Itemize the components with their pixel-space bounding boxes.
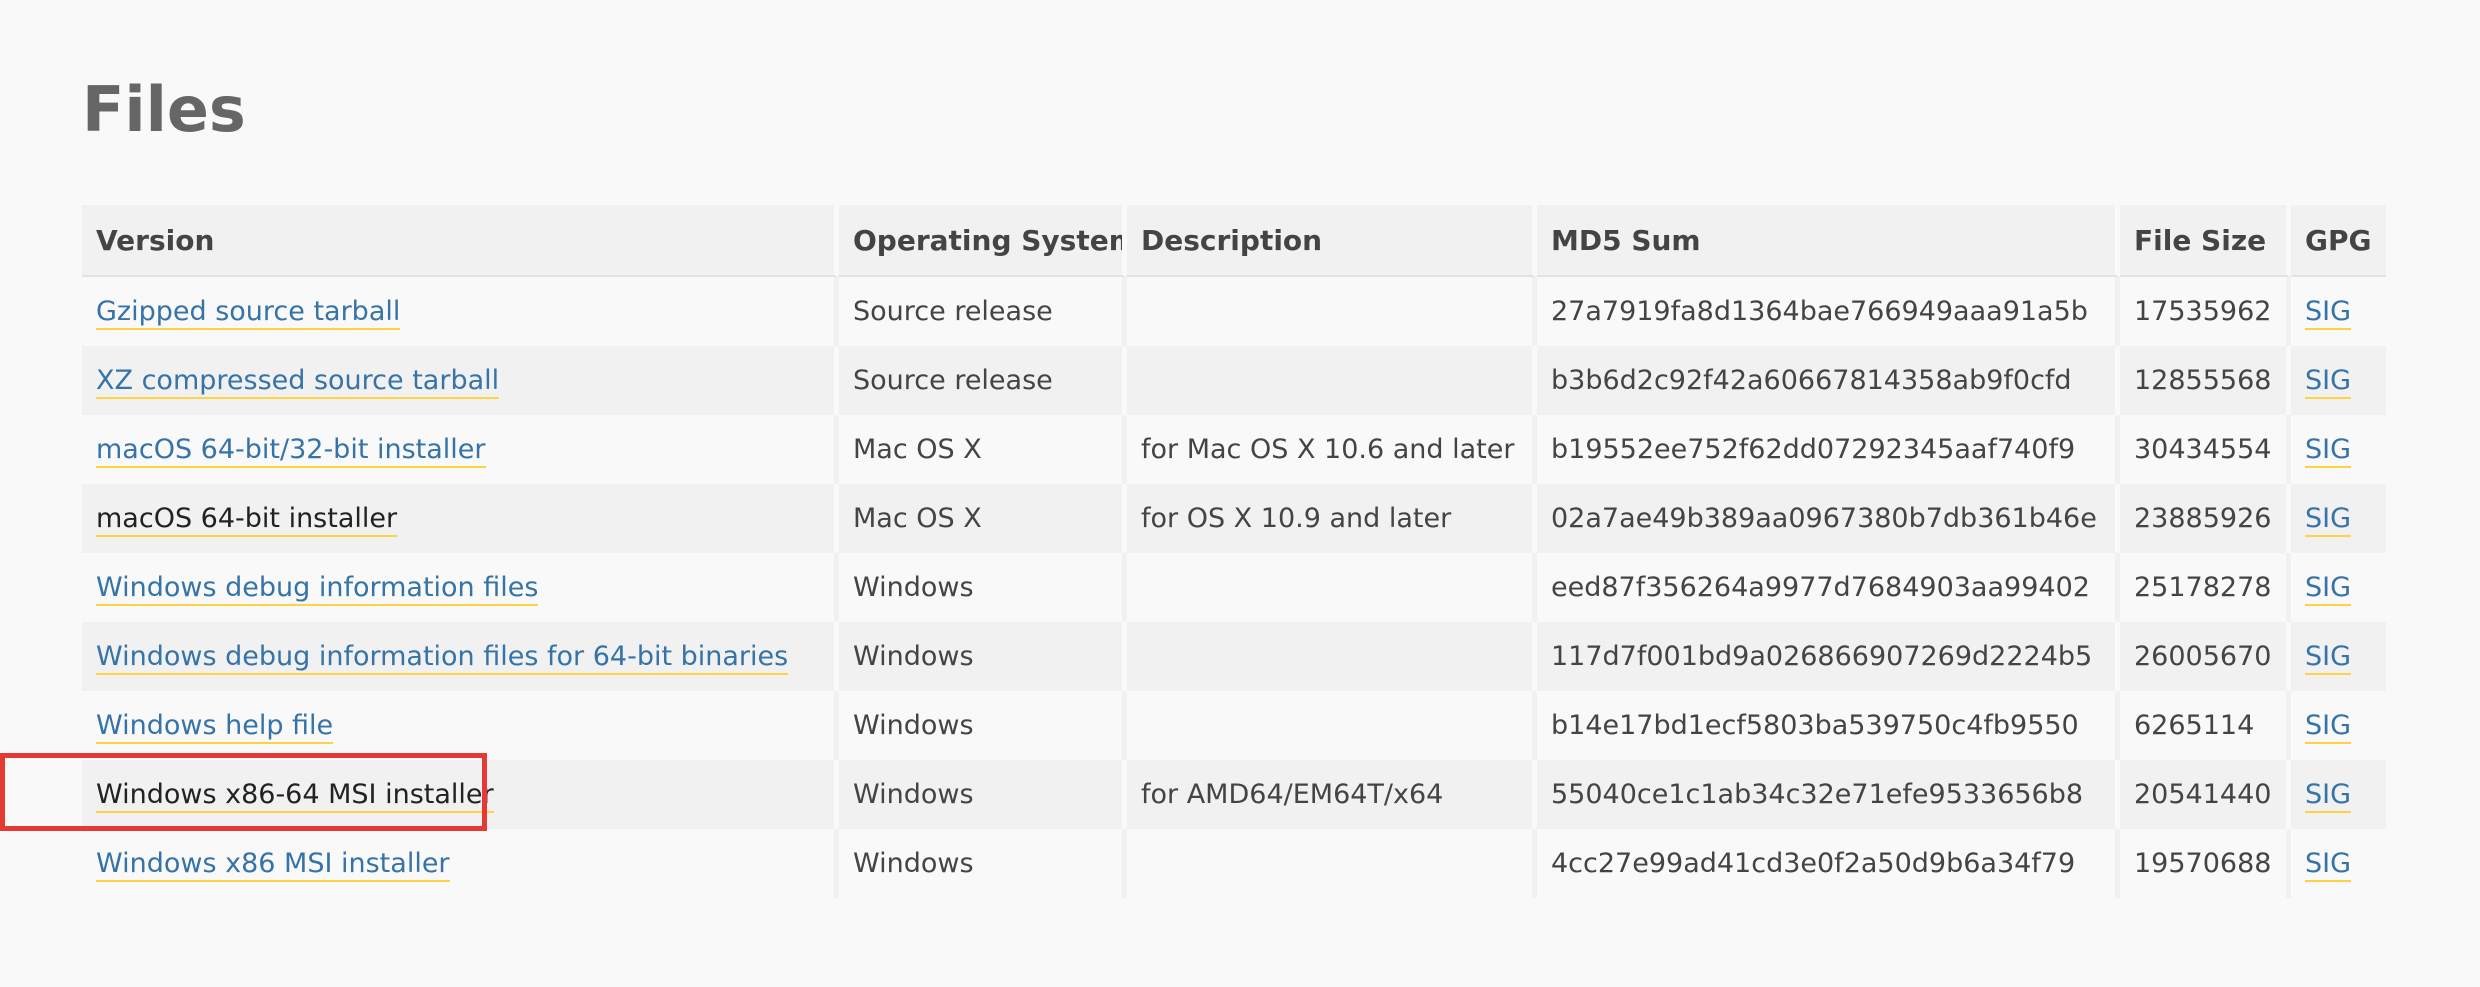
table-header-row: Version Operating System Description MD5… xyxy=(82,205,2386,277)
gpg-cell: SIG xyxy=(2291,346,2386,415)
table-row: XZ compressed source tarball Source relea… xyxy=(82,346,2386,415)
file-size-cell: 26005670 xyxy=(2120,622,2291,691)
operating-system-cell: Mac OS X xyxy=(839,484,1127,553)
md5-sum-cell: eed87f356264a9977d7684903aa99402 xyxy=(1537,553,2120,622)
version-cell: Windows debug information files for 64-b… xyxy=(82,622,839,691)
description-cell: for Mac OS X 10.6 and later xyxy=(1127,415,1537,484)
column-header-version: Version xyxy=(82,205,839,277)
md5-sum-cell: b3b6d2c92f42a60667814358ab9f0cfd xyxy=(1537,346,2120,415)
description-cell xyxy=(1127,829,1537,898)
file-size-cell: 17535962 xyxy=(2120,277,2291,346)
description-cell: for OS X 10.9 and later xyxy=(1127,484,1537,553)
description-cell: for AMD64/EM64T/x64 xyxy=(1127,760,1537,829)
md5-sum-cell: 4cc27e99ad41cd3e0f2a50d9b6a34f79 xyxy=(1537,829,2120,898)
md5-sum-cell: 02a7ae49b389aa0967380b7db361b46e xyxy=(1537,484,2120,553)
version-link[interactable]: Windows debug information files xyxy=(96,572,539,606)
gpg-sig-link[interactable]: SIG xyxy=(2305,848,2352,882)
gpg-cell: SIG xyxy=(2291,277,2386,346)
operating-system-cell: Windows xyxy=(839,760,1127,829)
md5-sum-cell: 55040ce1c1ab34c32e71efe9533656b8 xyxy=(1537,760,2120,829)
gpg-sig-link[interactable]: SIG xyxy=(2305,296,2352,330)
md5-sum-cell: b14e17bd1ecf5803ba539750c4fb9550 xyxy=(1537,691,2120,760)
gpg-cell: SIG xyxy=(2291,484,2386,553)
version-cell: Windows debug information files xyxy=(82,553,839,622)
table-row: macOS 64-bit/32-bit installer Mac OS Xfor… xyxy=(82,415,2386,484)
description-cell xyxy=(1127,553,1537,622)
version-cell: macOS 64-bit/32-bit installer xyxy=(82,415,839,484)
file-size-cell: 19570688 xyxy=(2120,829,2291,898)
column-header-operating-system: Operating System xyxy=(839,205,1127,277)
version-link[interactable]: macOS 64-bit/32-bit installer xyxy=(96,434,486,468)
version-cell: Windows x86 MSI installer xyxy=(82,829,839,898)
file-size-cell: 20541440 xyxy=(2120,760,2291,829)
table-row: Windows debug information files for 64-b… xyxy=(82,622,2386,691)
version-cell: Windows help file xyxy=(82,691,839,760)
table-row: Windows debug information files Windows ee… xyxy=(82,553,2386,622)
column-header-gpg: GPG xyxy=(2291,205,2386,277)
gpg-sig-link[interactable]: SIG xyxy=(2305,434,2352,468)
column-header-file-size: File Size xyxy=(2120,205,2291,277)
gpg-cell: SIG xyxy=(2291,622,2386,691)
table-row: Gzipped source tarball Source release 27a7… xyxy=(82,277,2386,346)
file-size-cell: 25178278 xyxy=(2120,553,2291,622)
operating-system-cell: Windows xyxy=(839,553,1127,622)
table-row: Windows x86-64 MSI installer Windows for A… xyxy=(82,760,2386,829)
table-row: Windows x86 MSI installer Windows 4cc27e99… xyxy=(82,829,2386,898)
operating-system-cell: Source release xyxy=(839,346,1127,415)
gpg-sig-link[interactable]: SIG xyxy=(2305,503,2352,537)
file-size-cell: 23885926 xyxy=(2120,484,2291,553)
file-size-cell: 12855568 xyxy=(2120,346,2291,415)
gpg-sig-link[interactable]: SIG xyxy=(2305,641,2352,675)
file-size-cell: 30434554 xyxy=(2120,415,2291,484)
operating-system-cell: Mac OS X xyxy=(839,415,1127,484)
table-row: Windows help file Windows b14e17bd1ecf5803… xyxy=(82,691,2386,760)
column-header-description: Description xyxy=(1127,205,1537,277)
version-link[interactable]: Windows help file xyxy=(96,710,334,744)
description-cell xyxy=(1127,691,1537,760)
operating-system-cell: Windows xyxy=(839,622,1127,691)
files-table: Version Operating System Description MD5… xyxy=(82,205,2386,898)
version-link[interactable]: XZ compressed source tarball xyxy=(96,365,500,399)
gpg-cell: SIG xyxy=(2291,415,2386,484)
operating-system-cell: Windows xyxy=(839,829,1127,898)
gpg-cell: SIG xyxy=(2291,829,2386,898)
gpg-cell: SIG xyxy=(2291,691,2386,760)
description-cell xyxy=(1127,277,1537,346)
md5-sum-cell: b19552ee752f62dd07292345aaf740f9 xyxy=(1537,415,2120,484)
operating-system-cell: Windows xyxy=(839,691,1127,760)
gpg-cell: SIG xyxy=(2291,553,2386,622)
version-cell: Windows x86-64 MSI installer xyxy=(82,760,839,829)
version-link[interactable]: Windows x86 MSI installer xyxy=(96,848,450,882)
gpg-sig-link[interactable]: SIG xyxy=(2305,572,2352,606)
version-cell: XZ compressed source tarball xyxy=(82,346,839,415)
page-title: Files xyxy=(82,73,246,146)
column-header-md5-sum: MD5 Sum xyxy=(1537,205,2120,277)
version-link[interactable]: Windows debug information files for 64-b… xyxy=(96,641,789,675)
version-link[interactable]: Gzipped source tarball xyxy=(96,296,401,330)
table-row: macOS 64-bit installer Mac OS Xfor OS X 1… xyxy=(82,484,2386,553)
gpg-sig-link[interactable]: SIG xyxy=(2305,365,2352,399)
gpg-sig-link[interactable]: SIG xyxy=(2305,710,2352,744)
md5-sum-cell: 117d7f001bd9a026866907269d2224b5 xyxy=(1537,622,2120,691)
version-cell: Gzipped source tarball xyxy=(82,277,839,346)
gpg-cell: SIG xyxy=(2291,760,2386,829)
version-link[interactable]: Windows x86-64 MSI installer xyxy=(96,779,494,813)
description-cell xyxy=(1127,346,1537,415)
version-cell: macOS 64-bit installer xyxy=(82,484,839,553)
gpg-sig-link[interactable]: SIG xyxy=(2305,779,2352,813)
md5-sum-cell: 27a7919fa8d1364bae766949aaa91a5b xyxy=(1537,277,2120,346)
version-link[interactable]: macOS 64-bit installer xyxy=(96,503,398,537)
description-cell xyxy=(1127,622,1537,691)
file-size-cell: 6265114 xyxy=(2120,691,2291,760)
operating-system-cell: Source release xyxy=(839,277,1127,346)
